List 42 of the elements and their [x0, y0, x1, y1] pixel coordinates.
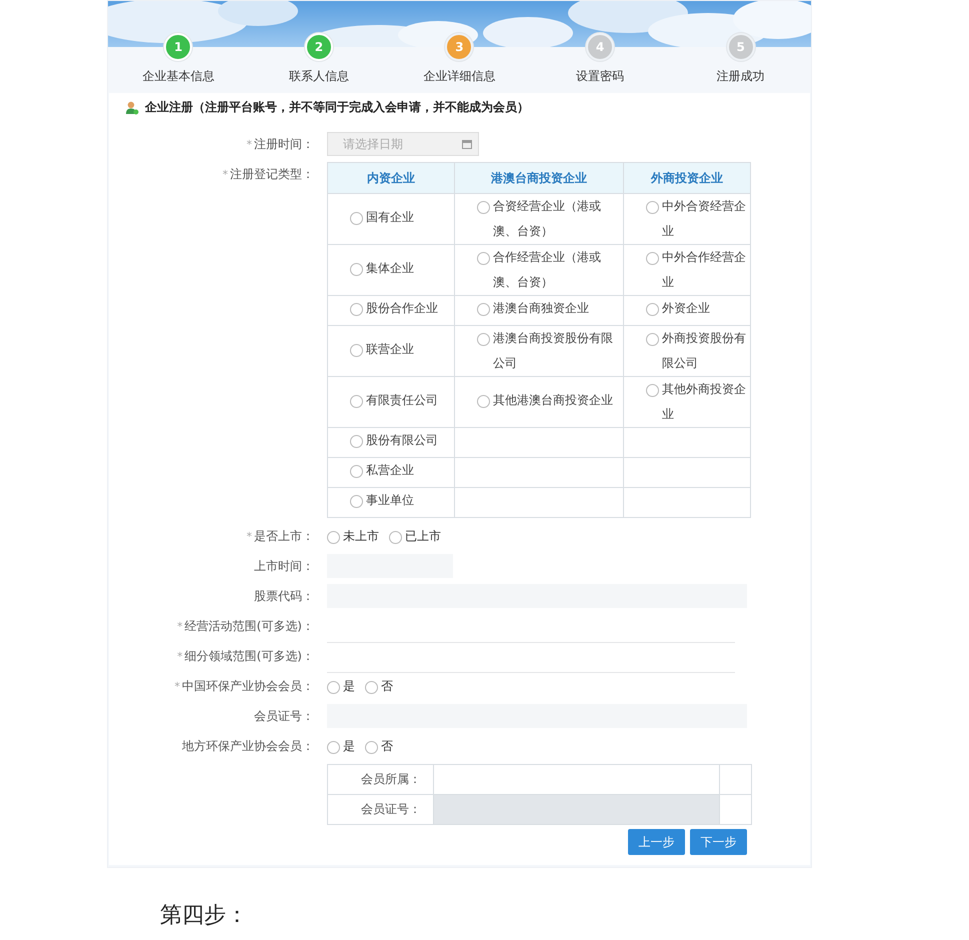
table-label: 会员证号： — [328, 794, 434, 824]
radio-option[interactable]: 是 — [327, 674, 355, 698]
radio-option[interactable]: 否 — [365, 734, 393, 758]
caption: 第四步： — [160, 902, 248, 930]
field-label: 地方环保产业协会会员： — [182, 738, 314, 754]
column-header: 内资企业 — [328, 162, 454, 194]
field-label: 中国环保产业协会会员： — [182, 678, 314, 694]
required-mark: * — [246, 530, 252, 542]
step-label: 企业详细信息 — [423, 68, 496, 85]
section-title: 企业注册（注册平台账号，并不等同于完成入会申请，并不能成为会员） — [145, 99, 529, 116]
field-label: 注册登记类型： — [230, 166, 314, 182]
step-number: 2 — [304, 33, 333, 61]
required-mark: * — [174, 680, 180, 692]
field-label: 会员证号： — [254, 708, 314, 724]
field-label: 上市时间： — [254, 558, 314, 574]
step-label: 注册成功 — [716, 68, 765, 85]
required-mark: * — [177, 620, 183, 632]
step-label: 设置密码 — [576, 68, 624, 85]
table-label: 会员所属： — [328, 764, 434, 794]
radio-option[interactable]: 已上市 — [389, 524, 441, 548]
user-icon — [125, 100, 139, 114]
required-mark: * — [246, 138, 252, 150]
radio-option[interactable]: 否 — [365, 674, 393, 698]
step-number: 1 — [164, 33, 192, 61]
radio-option[interactable]: 未上市 — [327, 524, 379, 548]
required-mark: * — [222, 168, 228, 180]
field-label: 股票代码： — [254, 588, 314, 604]
radio-option[interactable]: 是 — [327, 734, 355, 758]
step-label: 企业基本信息 — [142, 68, 214, 85]
field-label: 是否上市： — [254, 528, 314, 544]
field-label: 注册时间： — [254, 136, 314, 152]
calendar-icon — [462, 140, 472, 148]
step-label: 联系人信息 — [288, 68, 349, 85]
field-label: 经营活动范围(可多选)： — [184, 618, 314, 634]
text-field[interactable] — [434, 764, 720, 794]
field-label: 细分领域范围(可多选)： — [184, 648, 314, 664]
column-header: 外商投资企业 — [624, 162, 750, 194]
next-button[interactable]: 下一步 — [690, 829, 747, 855]
required-mark: * — [177, 650, 183, 662]
step-number: 3 — [445, 33, 474, 61]
column-header: 港澳台商投资企业 — [454, 162, 624, 194]
previous-button[interactable]: 上一步 — [628, 829, 685, 855]
